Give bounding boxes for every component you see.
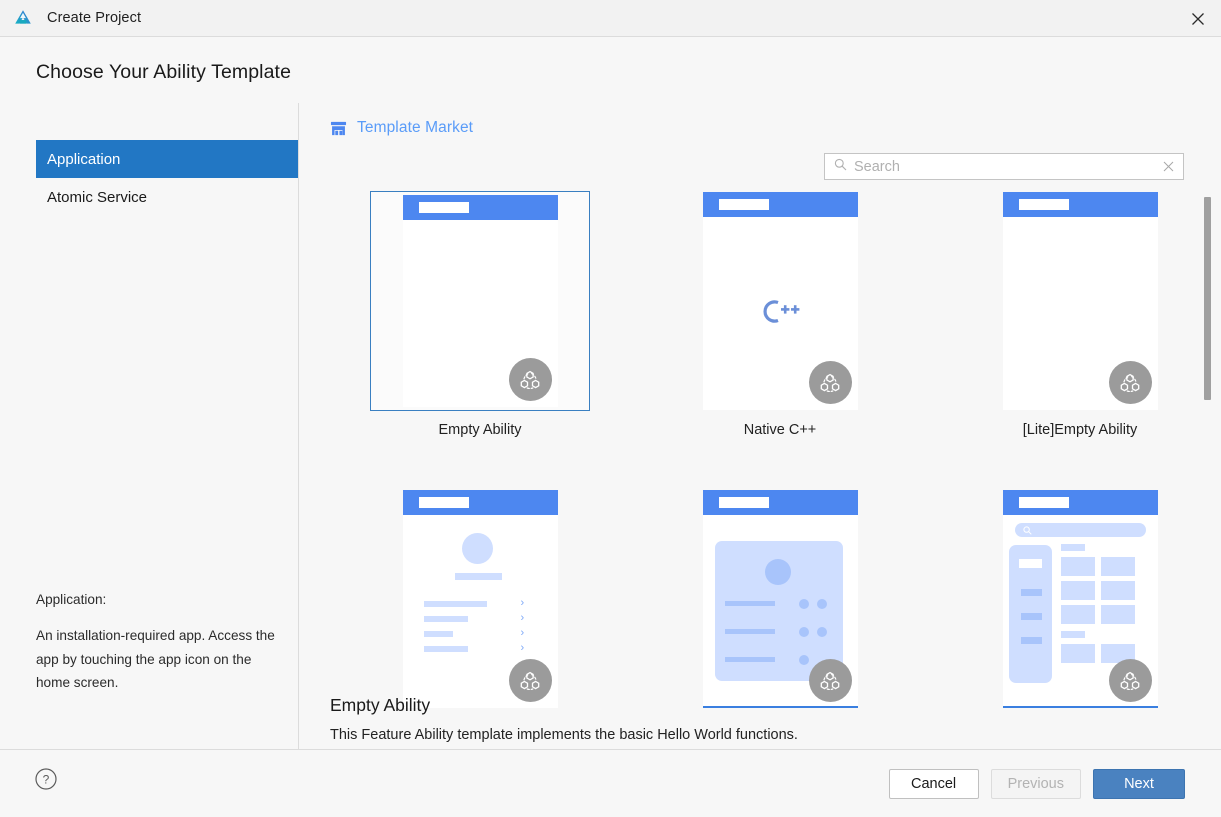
template-card-native-cpp[interactable]: [670, 191, 890, 411]
cpp-logo-icon: [758, 296, 802, 331]
search-icon: [834, 158, 847, 176]
preview-app-bar: [402, 490, 558, 515]
template-grid-scrollbar[interactable]: [1204, 191, 1211, 743]
template-cell: [930, 489, 1221, 709]
preview-body: [1002, 515, 1158, 708]
template-toolbar: Template Market: [300, 103, 1221, 157]
preview-app-bar: [702, 192, 858, 217]
preview-body: [403, 220, 558, 407]
template-detail: Empty Ability This Feature Ability templ…: [330, 695, 1190, 743]
template-cell: Native C++: [630, 191, 930, 438]
harmony-distributed-icon: [508, 358, 552, 401]
sidebar-item-application[interactable]: Application: [36, 140, 298, 178]
footer-buttons: Cancel Previous Next: [888, 769, 1185, 799]
template-detail-description: This Feature Ability template implements…: [330, 727, 798, 743]
deveco-logo-icon: [12, 7, 34, 29]
cancel-button[interactable]: Cancel: [888, 769, 979, 799]
preview-app-bar: [1002, 192, 1158, 217]
window-title: Create Project: [47, 10, 142, 26]
template-preview: [702, 490, 858, 708]
preview-body: [702, 515, 858, 708]
template-panel: Template Market Search Empty Ability Nat…: [300, 103, 1221, 786]
template-preview: [1002, 490, 1158, 708]
template-preview: [702, 192, 858, 410]
close-icon[interactable]: [1175, 0, 1221, 37]
search-icon: [1022, 526, 1032, 535]
template-cell: Empty Ability: [330, 191, 630, 438]
template-preview: [402, 195, 558, 407]
template-card-card-list[interactable]: [670, 489, 890, 709]
sidebar-description-body: An installation-required app. Access the…: [36, 628, 275, 691]
help-circle-icon[interactable]: ?: [34, 767, 58, 791]
search-input[interactable]: [854, 158, 1160, 175]
svg-text:?: ?: [43, 772, 50, 786]
preview-app-bar: [1002, 490, 1158, 515]
template-grid-viewport: Empty Ability Native C++ [Lite]Empty Abi…: [300, 191, 1221, 743]
template-market-link[interactable]: Template Market: [330, 119, 473, 137]
template-label: [Lite]Empty Ability: [1022, 422, 1138, 438]
sidebar-item-label: Atomic Service: [47, 188, 148, 206]
preview-body: [703, 217, 858, 410]
preview-app-bar: [702, 490, 858, 515]
clear-x-icon[interactable]: [1160, 159, 1176, 175]
preview-body: › › › ›: [403, 515, 558, 708]
template-preview: › › › ›: [402, 490, 558, 708]
template-card-lite-empty-ability[interactable]: [970, 191, 1190, 411]
sidebar-description: Application: An installation-required ap…: [36, 588, 281, 695]
preview-app-bar: [402, 195, 558, 220]
dialog-footer: ? Cancel Previous Next: [0, 749, 1221, 817]
sidebar-item-atomic-service[interactable]: Atomic Service: [36, 178, 298, 216]
template-card-category-grid[interactable]: [970, 489, 1190, 709]
template-label: Native C++: [743, 422, 817, 438]
previous-button: Previous: [990, 769, 1081, 799]
window-title-bar: Create Project: [0, 0, 1221, 37]
harmony-distributed-icon: [808, 361, 852, 404]
template-preview: [1002, 192, 1158, 410]
template-cell: [630, 489, 930, 709]
template-cell: › › › ›: [330, 489, 630, 709]
template-card-empty-ability[interactable]: [370, 191, 590, 411]
next-button[interactable]: Next: [1093, 769, 1185, 799]
store-icon: [330, 120, 347, 137]
template-grid: Empty Ability Native C++ [Lite]Empty Abi…: [300, 191, 1200, 709]
sidebar-item-label: Application: [47, 150, 121, 168]
template-detail-title: Empty Ability: [330, 695, 431, 715]
scrollbar-thumb[interactable]: [1204, 197, 1211, 400]
template-cell: [Lite]Empty Ability: [930, 191, 1221, 438]
sidebar-description-heading: Application:: [36, 592, 107, 607]
template-card-profile-list[interactable]: › › › ›: [370, 489, 590, 709]
template-market-label: Template Market: [357, 119, 474, 136]
page-title: Choose Your Ability Template: [36, 61, 292, 83]
template-label: Empty Ability: [438, 422, 522, 438]
preview-body: [1003, 217, 1158, 410]
sidebar: Application Atomic Service Application: …: [0, 103, 299, 786]
create-project-dialog: Choose Your Ability Template Application…: [0, 37, 1221, 817]
sidebar-nav-list: Application Atomic Service: [0, 103, 298, 216]
harmony-distributed-icon: [1108, 361, 1152, 404]
search-box[interactable]: [824, 153, 1184, 180]
